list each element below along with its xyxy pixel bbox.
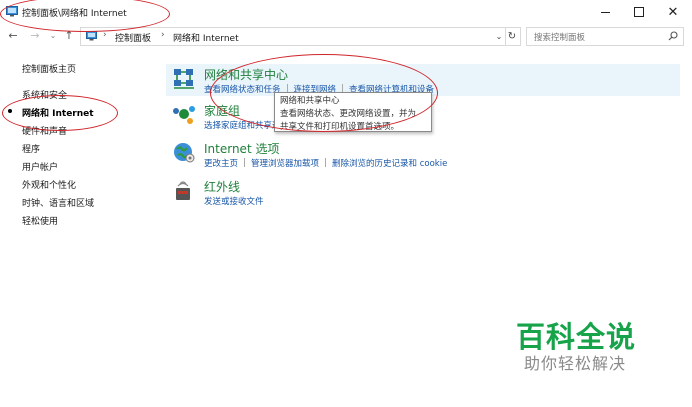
address-bar[interactable]: › 控制面板 › 网络和 Internet ⌄	[80, 27, 506, 46]
minimize-icon	[600, 11, 610, 13]
annotation-ellipse-nav	[2, 95, 118, 131]
breadcrumb-network-internet[interactable]: 网络和 Internet	[173, 31, 239, 44]
refresh-icon: ↻	[507, 31, 517, 42]
search-box[interactable]: 搜索控制面板	[526, 27, 684, 46]
maximize-button[interactable]	[622, 2, 656, 22]
maximize-icon	[634, 7, 644, 17]
internet-options-icon	[174, 143, 195, 163]
close-button[interactable]: ✕	[656, 2, 690, 22]
homegroup-icon	[173, 106, 195, 124]
arrow-right-icon: →	[30, 28, 40, 42]
nav-appearance[interactable]: 外观和个性化	[22, 178, 76, 191]
arrow-left-icon: ←	[8, 28, 18, 42]
watermark-subtitle: 助你轻松解决	[524, 354, 627, 373]
nav-control-panel-home[interactable]: 控制面板主页	[22, 62, 76, 75]
link-send-receive-files[interactable]: 发送或接收文件	[204, 197, 264, 207]
section-title[interactable]: 红外线	[204, 178, 240, 195]
section-links: 发送或接收文件	[204, 195, 264, 207]
nav-ease-of-access[interactable]: 轻松使用	[22, 214, 58, 227]
network-sharing-icon	[174, 69, 194, 89]
minimize-button[interactable]	[588, 2, 622, 22]
nav-user-accounts[interactable]: 用户帐户	[22, 160, 58, 173]
section-title[interactable]: Internet 选项	[204, 140, 279, 157]
nav-clock-language-region[interactable]: 时钟、语言和区域	[22, 196, 94, 209]
link-change-homepage[interactable]: 更改主页	[204, 159, 238, 169]
back-button[interactable]: ←	[6, 27, 20, 43]
annotation-ellipse-section	[210, 54, 438, 132]
search-placeholder: 搜索控制面板	[534, 33, 586, 43]
section-links: 更改主页 管理浏览器加载项 删除浏览的历史记录和 cookie	[204, 157, 447, 169]
forward-button[interactable]: →	[28, 27, 42, 43]
infrared-icon	[176, 181, 190, 200]
link-divider	[325, 158, 327, 167]
link-manage-addons[interactable]: 管理浏览器加载项	[251, 159, 319, 169]
chevron-down-icon: ⌄	[495, 32, 503, 41]
link-divider	[244, 158, 246, 167]
search-icon[interactable]	[668, 31, 678, 41]
nav-programs[interactable]: 程序	[22, 142, 40, 155]
close-icon: ✕	[667, 4, 679, 20]
breadcrumb-separator[interactable]: ›	[161, 30, 165, 40]
refresh-button[interactable]: ↻	[504, 27, 521, 46]
link-delete-history[interactable]: 删除浏览的历史记录和 cookie	[332, 159, 447, 169]
control-panel-icon	[86, 31, 97, 41]
chevron-down-icon: ⌄	[49, 30, 57, 40]
breadcrumb-control-panel[interactable]: 控制面板	[115, 31, 151, 44]
